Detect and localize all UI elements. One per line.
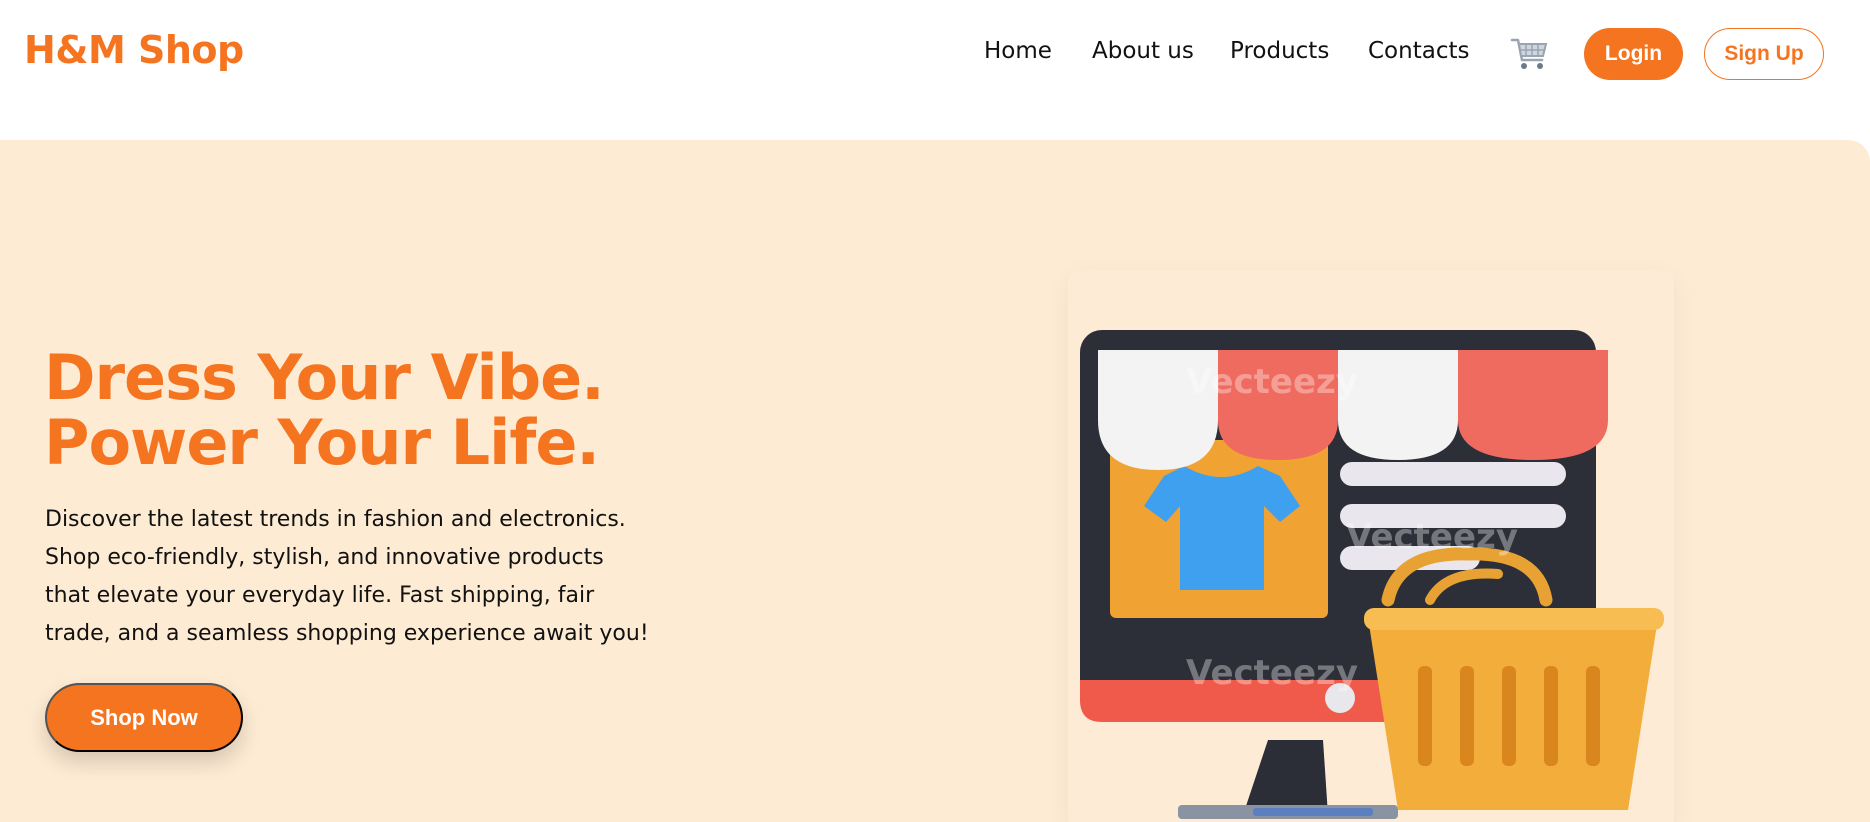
- nav-home[interactable]: Home: [984, 38, 1052, 64]
- watermark-vecteezy: Vecteezy: [1186, 653, 1358, 693]
- sign-up-button[interactable]: Sign Up: [1704, 28, 1824, 80]
- site-header: H&M Shop Home About us Products Contacts…: [0, 0, 1870, 140]
- headline-line-2: Power Your Life.: [44, 406, 600, 479]
- site-logo[interactable]: H&M Shop: [24, 28, 244, 72]
- nav-contacts[interactable]: Contacts: [1368, 38, 1469, 64]
- hero-illustration-card: Vecteezy Vecteezy Vecteezy: [1068, 270, 1674, 822]
- hero-section: Dress Your Vibe. Power Your Life. Discov…: [0, 140, 1870, 822]
- nav-about-us[interactable]: About us: [1092, 38, 1194, 64]
- headline-line-1: Dress Your Vibe.: [44, 341, 605, 414]
- watermark-vecteezy: Vecteezy: [1346, 517, 1518, 557]
- watermark-vecteezy: Vecteezy: [1186, 362, 1358, 402]
- hero-headline: Dress Your Vibe. Power Your Life.: [44, 341, 605, 479]
- shopping-cart-icon[interactable]: [1510, 36, 1550, 72]
- hero-description: Discover the latest trends in fashion an…: [45, 507, 649, 646]
- nav-products[interactable]: Products: [1230, 38, 1329, 64]
- shop-now-button[interactable]: Shop Now: [45, 683, 243, 752]
- login-button[interactable]: Login: [1584, 28, 1683, 80]
